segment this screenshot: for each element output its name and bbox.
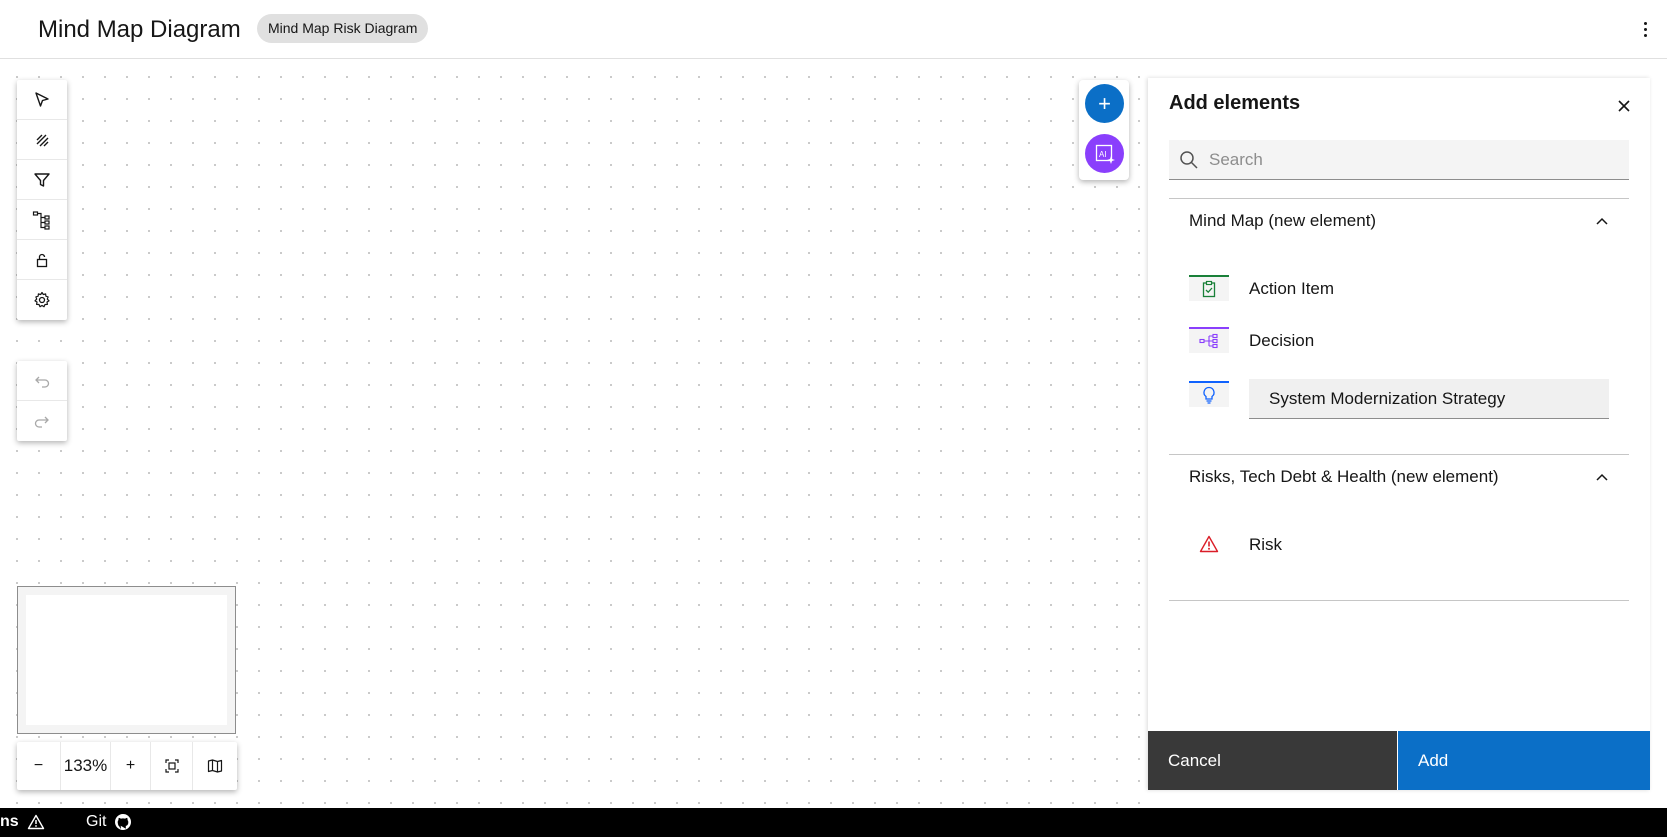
map-icon xyxy=(207,759,223,773)
close-icon xyxy=(1618,100,1630,112)
undo-icon xyxy=(35,376,50,388)
close-panel-button[interactable] xyxy=(1612,94,1636,118)
search-input[interactable] xyxy=(1209,140,1619,180)
filter-icon xyxy=(34,172,50,187)
app-header: Mind Map Diagram Mind Map Risk Diagram xyxy=(0,0,1667,59)
element-label: Action Item xyxy=(1249,279,1335,298)
zoom-out-button[interactable]: − xyxy=(17,742,61,790)
element-label: Decision xyxy=(1249,331,1315,350)
warning-triangle-icon xyxy=(1199,535,1219,553)
zoom-in-button[interactable]: + xyxy=(111,742,151,790)
chevron-up-icon xyxy=(1596,217,1608,225)
history-toolbar xyxy=(17,361,67,441)
action-item-icon-tile xyxy=(1189,275,1229,301)
section-divider xyxy=(1169,600,1629,601)
redo-button[interactable] xyxy=(17,401,67,441)
status-text: ns xyxy=(0,813,19,830)
decision-tree-icon xyxy=(1199,333,1218,349)
add-button[interactable]: Add xyxy=(1397,731,1650,790)
select-tool-button[interactable] xyxy=(17,80,67,120)
element-system-modernization-strategy[interactable] xyxy=(1189,379,1609,419)
problems-status[interactable]: ns xyxy=(0,813,45,831)
tree-layout-button[interactable] xyxy=(17,200,67,240)
element-name-input[interactable] xyxy=(1249,379,1609,418)
minimap[interactable] xyxy=(17,586,236,734)
canvas-toolbar xyxy=(17,80,67,320)
git-link[interactable]: Git xyxy=(86,813,132,831)
panel-title: Add elements xyxy=(1169,92,1301,114)
chevron-up-icon xyxy=(1596,473,1608,481)
clipboard-check-icon xyxy=(1202,280,1216,298)
kebab-dot xyxy=(1643,21,1647,25)
accordion-title: Risks, Tech Debt & Health (new element) xyxy=(1189,467,1499,486)
decision-icon-tile xyxy=(1189,327,1229,353)
redo-icon xyxy=(34,416,49,428)
ai-sparkle-icon: AI xyxy=(1095,144,1115,164)
page-title: Mind Map Diagram xyxy=(38,16,241,43)
warning-icon xyxy=(27,814,44,830)
unlock-icon xyxy=(36,253,48,267)
lightbulb-icon xyxy=(1203,386,1215,404)
element-risk[interactable]: Risk xyxy=(1189,528,1609,564)
risk-icon-tile xyxy=(1189,531,1229,557)
add-elements-panel: Add elements Mind Map (new element) Acti… xyxy=(1148,78,1650,790)
element-action-item[interactable]: Action Item xyxy=(1189,272,1609,308)
connector-lines-icon xyxy=(36,134,49,146)
fit-screen-icon xyxy=(164,759,179,773)
pointer-icon xyxy=(35,91,49,107)
kebab-dot xyxy=(1643,33,1647,37)
ai-assistant-fab[interactable]: AI xyxy=(1085,134,1124,173)
quick-actions: + AI xyxy=(1079,80,1129,180)
add-element-fab[interactable]: + xyxy=(1085,84,1124,123)
search-icon xyxy=(1180,151,1198,169)
overflow-menu-button[interactable] xyxy=(1637,18,1653,40)
gear-icon xyxy=(34,291,50,308)
element-decision[interactable]: Decision xyxy=(1189,324,1609,360)
accordion-mind-map[interactable]: Mind Map (new element) xyxy=(1169,198,1629,246)
kebab-dot xyxy=(1643,27,1647,31)
element-label: Risk xyxy=(1249,535,1283,554)
github-icon xyxy=(115,814,132,830)
minimap-viewport xyxy=(26,595,227,725)
search-box xyxy=(1169,140,1629,180)
git-label: Git xyxy=(86,813,107,830)
zoom-controls: − 133% + xyxy=(17,742,237,790)
cancel-button[interactable]: Cancel xyxy=(1148,731,1397,790)
element-name-field xyxy=(1249,379,1609,419)
diagram-type-tag: Mind Map Risk Diagram xyxy=(257,14,429,43)
fit-to-screen-button[interactable] xyxy=(151,742,193,790)
svg-text:AI: AI xyxy=(1099,150,1107,159)
tree-structure-icon xyxy=(32,210,50,230)
settings-button[interactable] xyxy=(17,280,67,320)
status-bar: ns Git xyxy=(0,808,1667,837)
accordion-title: Mind Map (new element) xyxy=(1189,211,1377,230)
lock-toggle-button[interactable] xyxy=(17,240,67,280)
connector-tool-button[interactable] xyxy=(17,120,67,160)
minimap-toggle-button[interactable] xyxy=(193,742,237,790)
filter-tool-button[interactable] xyxy=(17,160,67,200)
idea-icon-tile xyxy=(1189,381,1229,407)
zoom-level: 133% xyxy=(61,742,111,790)
accordion-risks-tech-debt-health[interactable]: Risks, Tech Debt & Health (new element) xyxy=(1169,454,1629,502)
undo-button[interactable] xyxy=(17,361,67,401)
